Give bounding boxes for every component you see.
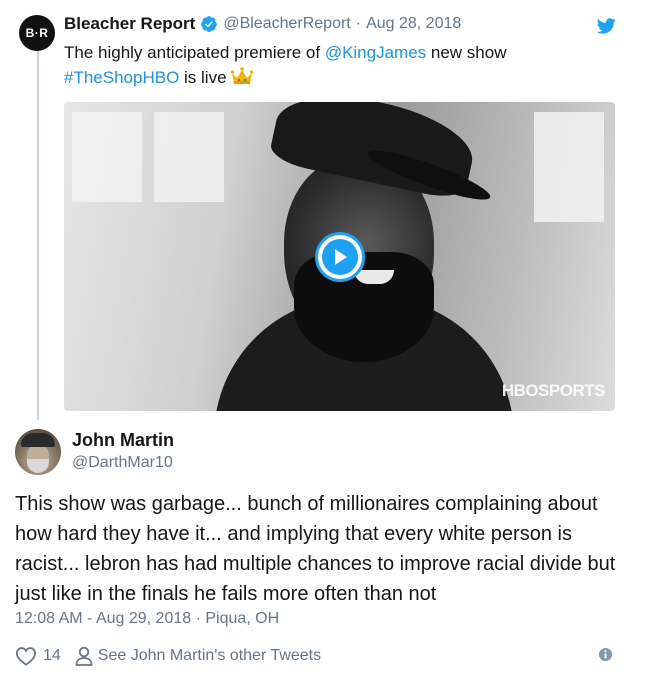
- quoted-tweet-header: Bleacher Report @BleacherReport · Aug 28…: [64, 14, 461, 34]
- john-martin-avatar[interactable]: [15, 429, 61, 475]
- background-window: [534, 112, 604, 222]
- quoted-tweet-date[interactable]: Aug 28, 2018: [366, 15, 461, 33]
- quoted-text-part: new show: [426, 43, 507, 62]
- see-other-tweets-label[interactable]: See John Martin's other Tweets: [98, 647, 321, 665]
- tweet-timestamp-location[interactable]: 12:08 AM - Aug 29, 2018 · Piqua, OH: [15, 610, 279, 628]
- verified-badge-icon: [201, 16, 218, 32]
- quoted-text-part: is live: [179, 68, 227, 87]
- video-thumbnail[interactable]: HBOSPORTS: [64, 102, 615, 411]
- background-window: [72, 112, 142, 202]
- header-separator: ·: [355, 15, 362, 32]
- author-handle[interactable]: @DarthMar10: [72, 454, 173, 472]
- background-window: [154, 112, 224, 202]
- like-count: 14: [43, 647, 61, 664]
- avatar-hat: [21, 433, 55, 447]
- quoted-author-name[interactable]: Bleacher Report: [64, 14, 195, 34]
- hbo-sports-watermark: HBOSPORTS: [501, 381, 606, 400]
- see-other-tweets-link[interactable]: See John Martin's other Tweets: [75, 646, 321, 666]
- tweet-text: This show was garbage... bunch of millio…: [15, 493, 616, 605]
- tweet-actions: 14 See John Martin's other Tweets: [15, 644, 615, 668]
- heart-icon[interactable]: [15, 646, 37, 666]
- crown-emoji-icon: [230, 67, 253, 84]
- hashtag-link[interactable]: #TheShopHBO: [64, 68, 179, 87]
- mention-link[interactable]: @KingJames: [325, 43, 426, 62]
- person-icon: [75, 646, 93, 666]
- quoted-tweet[interactable]: B·R Bleacher Report @BleacherReport · Au…: [0, 0, 646, 420]
- video-figure-beard: [294, 252, 434, 362]
- play-button[interactable]: [315, 232, 365, 282]
- like-button[interactable]: 14: [15, 646, 61, 666]
- avatar-beard: [27, 459, 49, 473]
- play-icon: [335, 249, 347, 265]
- author-name[interactable]: John Martin: [72, 430, 174, 451]
- twitter-bird-icon[interactable]: [595, 16, 617, 36]
- quoted-tweet-text: The highly anticipated premiere of @King…: [64, 40, 624, 90]
- info-icon[interactable]: [598, 647, 613, 662]
- quoted-text-part: The highly anticipated premiere of: [64, 43, 325, 62]
- bleacher-report-avatar[interactable]: B·R: [19, 15, 55, 51]
- quoted-author-handle[interactable]: @BleacherReport: [223, 15, 350, 33]
